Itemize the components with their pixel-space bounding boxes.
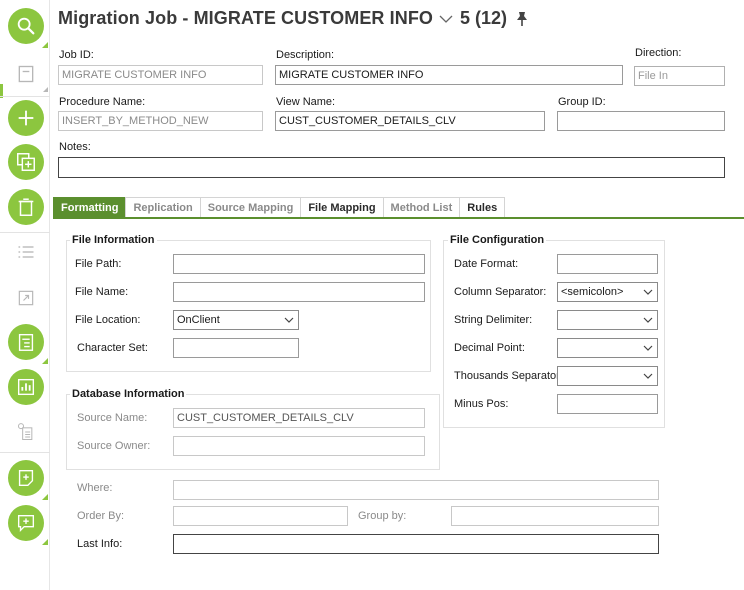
chevron-down-icon (643, 289, 653, 295)
job-id-field[interactable]: MIGRATE CUSTOMER INFO (58, 65, 263, 85)
outline-icon (18, 333, 34, 351)
string-delimiter-label: String Delimiter: (454, 314, 533, 326)
minus-pos-field[interactable] (557, 394, 658, 414)
list-icon (18, 246, 34, 258)
file-location-select[interactable]: OnClient (173, 310, 299, 330)
order-by-label: Order By: (77, 510, 125, 522)
external-link-icon (18, 290, 34, 306)
delete-button[interactable] (8, 189, 44, 225)
where-label: Where: (77, 482, 113, 494)
page-title: Migration Job - MIGRATE CUSTOMER INFO (58, 8, 434, 28)
database-information-title: Database Information (70, 388, 187, 400)
info-document-icon (18, 423, 33, 440)
last-info-label: Last Info: (77, 538, 123, 550)
source-owner-field[interactable] (173, 436, 425, 456)
list-button[interactable] (14, 240, 38, 264)
tab-formatting[interactable]: Formatting (53, 197, 127, 217)
chevron-down-icon (643, 317, 653, 323)
page-header: Migration Job - MIGRATE CUSTOMER INFO 5 … (58, 8, 529, 29)
column-separator-label: Column Separator: (454, 286, 547, 298)
source-name-field[interactable]: CUST_CUSTOMER_DETAILS_CLV (173, 408, 425, 428)
add-button[interactable] (8, 100, 44, 136)
thousands-separator-label: Thousands Separator (454, 370, 560, 382)
group-id-label: Group ID: (558, 96, 606, 108)
tab-source-mapping[interactable]: Source Mapping (199, 197, 302, 217)
duplicate-icon (17, 153, 35, 171)
column-separator-value: <semicolon> (561, 286, 624, 298)
chevron-down-icon (643, 373, 653, 379)
source-name-label: Source Name: (77, 412, 148, 424)
file-configuration-title: File Configuration (448, 234, 547, 246)
tab-underline (53, 217, 744, 219)
add-icon (18, 110, 34, 126)
chart-icon (17, 378, 35, 396)
new-note-icon (18, 469, 34, 487)
description-field[interactable]: MIGRATE CUSTOMER INFO (275, 65, 623, 85)
info-document-button[interactable] (14, 420, 38, 444)
file-location-value: OnClient (177, 314, 220, 326)
procedure-name-field[interactable]: INSERT_BY_METHOD_NEW (58, 111, 263, 131)
pin-icon[interactable] (515, 11, 529, 27)
direction-label: Direction: (635, 47, 682, 59)
file-name-field[interactable] (173, 282, 425, 302)
character-set-field[interactable] (173, 338, 299, 358)
file-information-title: File Information (70, 234, 157, 246)
search-button[interactable] (8, 8, 48, 48)
minus-pos-label: Minus Pos: (454, 398, 509, 410)
notes-label: Notes: (59, 141, 91, 153)
external-link-button[interactable] (14, 286, 38, 310)
chevron-down-icon (643, 345, 653, 351)
group-by-field[interactable] (451, 506, 659, 526)
view-name-field[interactable]: CUST_CUSTOMER_DETAILS_CLV (275, 111, 545, 131)
description-label: Description: (276, 49, 335, 61)
tab-replication[interactable]: Replication (125, 197, 201, 217)
database-information-group (66, 394, 440, 470)
comment-add-button[interactable] (8, 505, 48, 545)
last-info-field[interactable] (173, 534, 659, 554)
save-button[interactable] (14, 62, 48, 92)
notes-field[interactable] (58, 157, 725, 178)
chevron-down-icon[interactable] (438, 11, 454, 27)
search-icon (17, 17, 35, 35)
date-format-field[interactable] (557, 254, 658, 274)
decimal-point-label: Decimal Point: (454, 342, 525, 354)
chevron-down-icon (284, 317, 294, 323)
sidebar (0, 0, 50, 590)
file-name-label: File Name: (75, 286, 129, 298)
save-icon (18, 65, 34, 83)
character-set-label: Character Set: (77, 342, 148, 354)
tab-bar: Formatting Replication Source Mapping Fi… (53, 197, 506, 217)
record-count: 5 (12) (460, 8, 508, 28)
order-by-field[interactable] (173, 506, 348, 526)
comment-add-icon (17, 514, 35, 532)
decimal-point-select[interactable] (557, 338, 658, 358)
file-path-field[interactable] (173, 254, 425, 274)
source-owner-label: Source Owner: (77, 440, 151, 452)
where-field[interactable] (173, 480, 659, 500)
thousands-separator-select[interactable] (557, 366, 658, 386)
chart-button[interactable] (8, 369, 44, 405)
string-delimiter-select[interactable] (557, 310, 658, 330)
group-by-label: Group by: (358, 510, 407, 522)
group-id-field[interactable] (557, 111, 725, 131)
duplicate-button[interactable] (8, 144, 44, 180)
date-format-label: Date Format: (454, 258, 519, 270)
column-separator-select[interactable]: <semicolon> (557, 282, 658, 302)
delete-icon (18, 198, 34, 216)
procedure-name-label: Procedure Name: (59, 96, 146, 108)
file-location-label: File Location: (75, 314, 141, 326)
new-note-button[interactable] (8, 460, 48, 500)
direction-field[interactable]: File In (634, 66, 725, 86)
file-path-label: File Path: (75, 258, 122, 270)
tab-file-mapping[interactable]: File Mapping (300, 197, 384, 217)
tab-method-list[interactable]: Method List (382, 197, 461, 217)
view-name-label: View Name: (276, 96, 336, 108)
job-id-label: Job ID: (59, 49, 94, 61)
tab-rules[interactable]: Rules (459, 197, 506, 217)
outline-button[interactable] (8, 324, 48, 364)
